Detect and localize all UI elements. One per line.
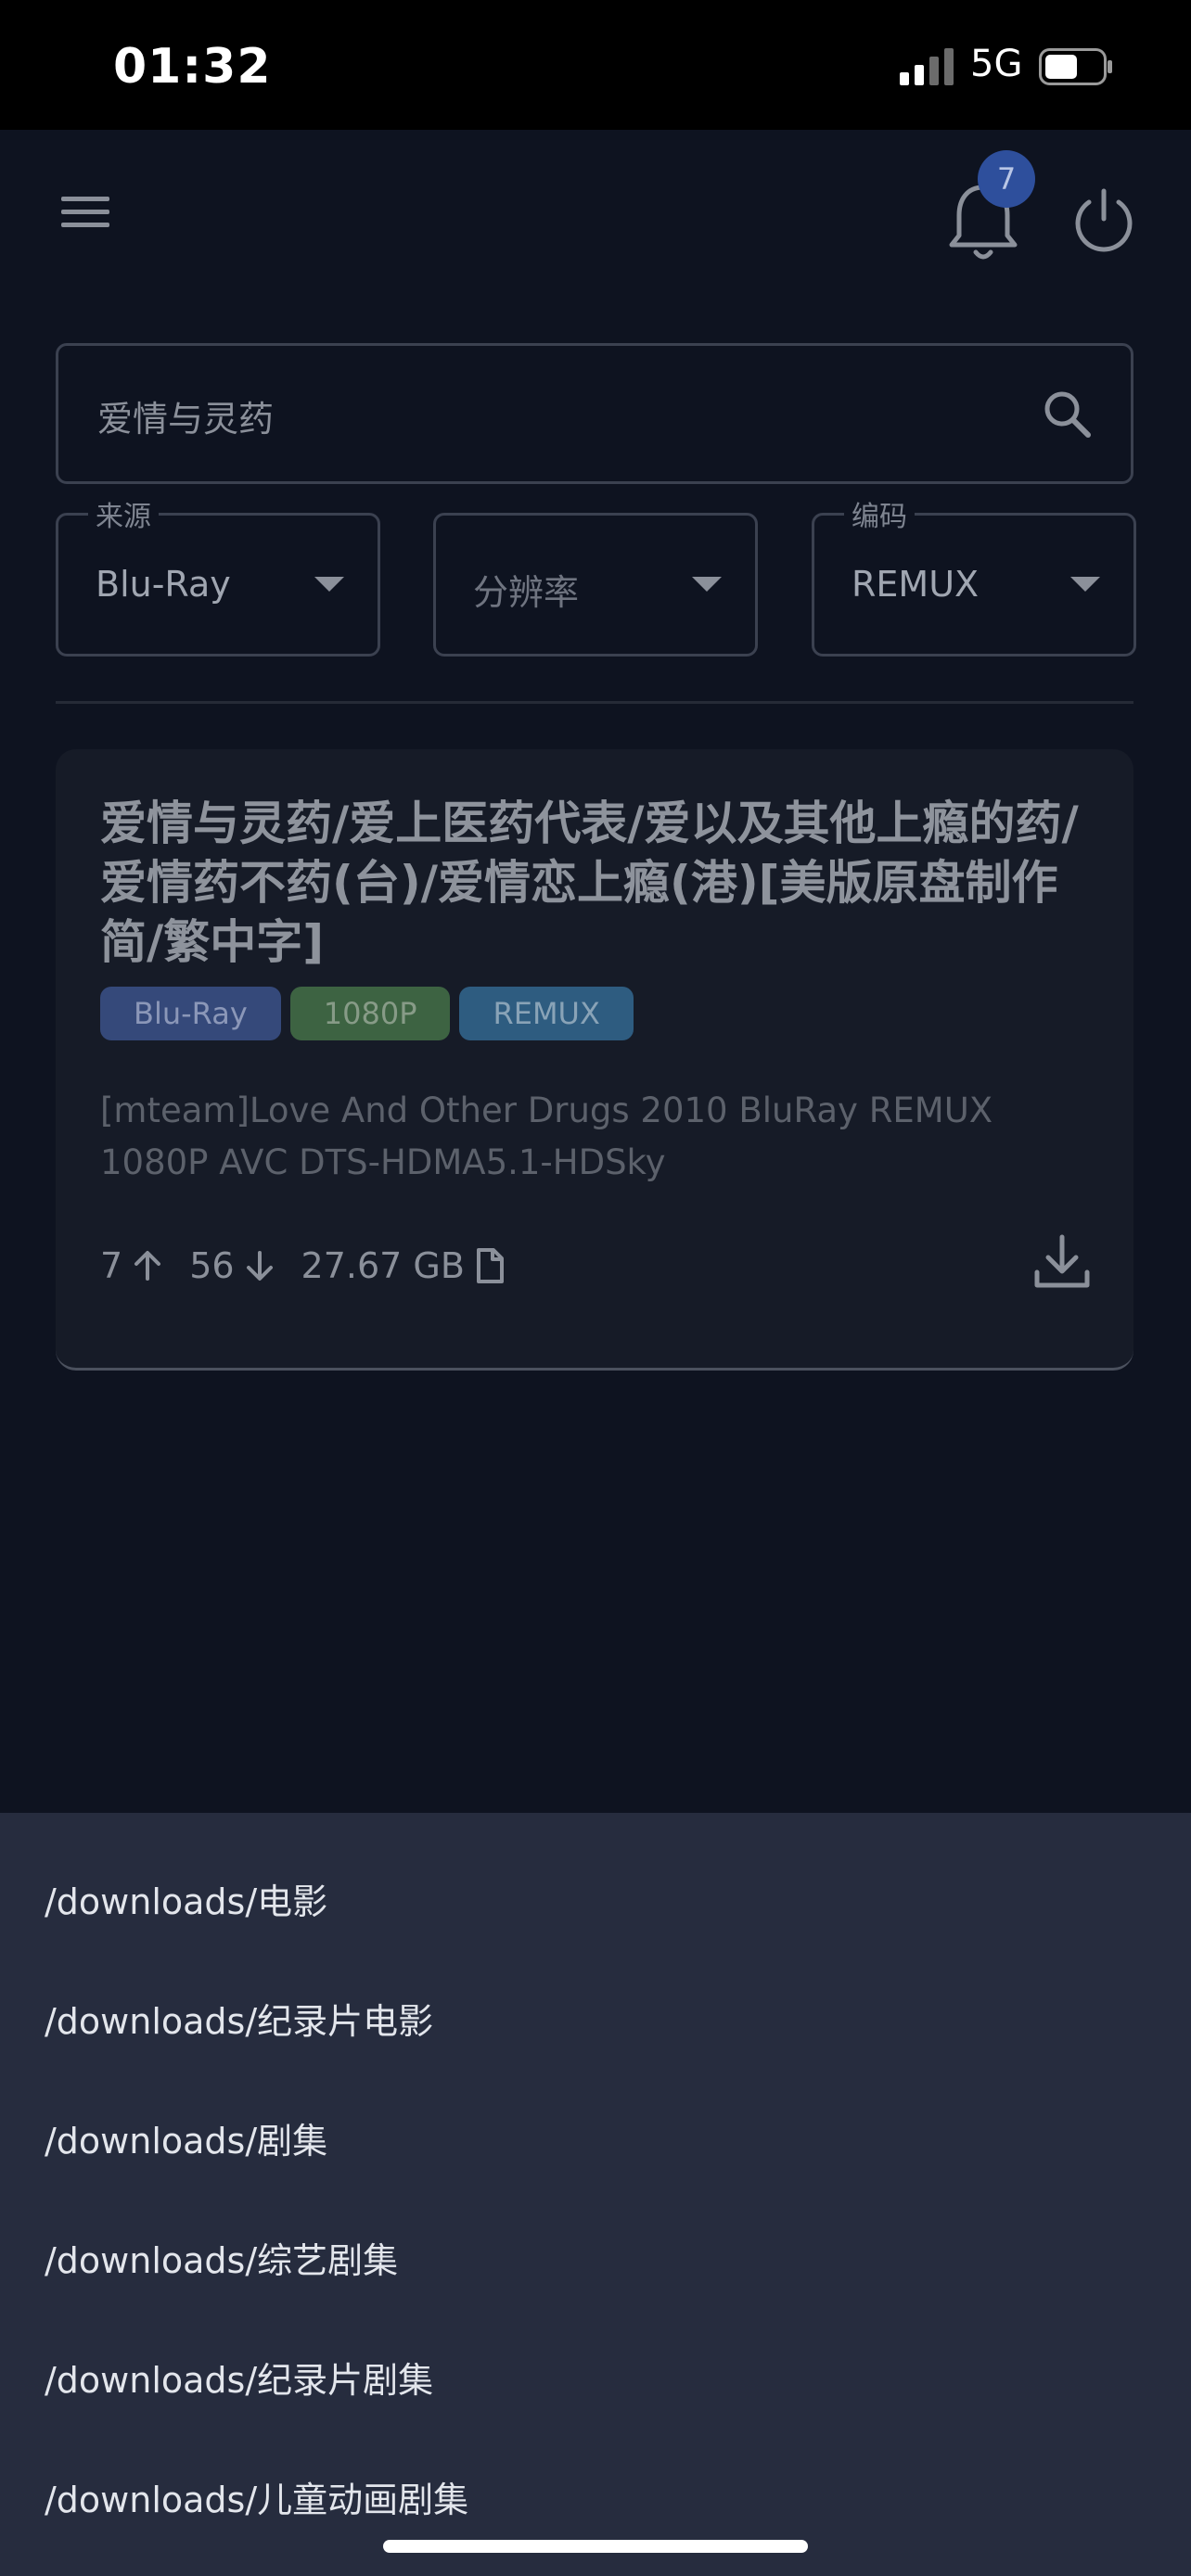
source-select-label: 来源 [88, 493, 159, 534]
result-stats: 7 56 27.67 GB [100, 1245, 531, 1286]
file-size: 27.67 GB [301, 1245, 465, 1286]
download-icon[interactable] [1031, 1231, 1093, 1293]
network-label: 5G [970, 43, 1023, 85]
status-time: 01:32 [113, 39, 272, 95]
tag-list: Blu-Ray 1080P REMUX [100, 987, 643, 1040]
size-stat: 27.67 GB [301, 1245, 506, 1286]
leechers-count: 56 [189, 1245, 235, 1286]
search-input-value: 爱情与灵药 [97, 399, 275, 440]
menu-icon[interactable] [54, 184, 119, 239]
result-title: 爱情与灵药/爱上医药代表/爱以及其他上瘾的药/爱情药不药(台)/爱情恋上瘾(港)… [100, 797, 1079, 969]
chevron-down-icon [692, 577, 722, 592]
path-item[interactable]: /downloads/剧集 [45, 2112, 327, 2163]
chevron-down-icon [314, 577, 344, 592]
codec-select-label: 编码 [844, 493, 915, 534]
tag-codec: REMUX [459, 987, 634, 1040]
search-icon[interactable] [1040, 387, 1095, 442]
file-icon [476, 1248, 504, 1283]
app-bar: 7 [0, 130, 1191, 287]
resolution-select[interactable]: 分辨率 [433, 513, 758, 657]
seeders-count: 7 [100, 1245, 123, 1286]
signal-icon [900, 48, 954, 85]
home-indicator [383, 2540, 808, 2553]
seeders-stat: 7 [100, 1245, 163, 1286]
search-input[interactable]: 爱情与灵药 [56, 343, 1133, 484]
tag-source: Blu-Ray [100, 987, 281, 1040]
path-item[interactable]: /downloads/纪录片剧集 [45, 2352, 433, 2403]
power-icon[interactable] [1067, 184, 1141, 258]
resolution-select-placeholder: 分辨率 [473, 572, 580, 613]
battery-icon [1039, 48, 1112, 85]
status-bar: 01:32 5G [0, 0, 1191, 130]
path-item[interactable]: /downloads/电影 [45, 1873, 327, 1924]
codec-select-value: REMUX [852, 564, 980, 605]
download-path-sheet: /downloads/电影 /downloads/纪录片电影 /download… [0, 1813, 1191, 2576]
path-item[interactable]: /downloads/综艺剧集 [45, 2232, 398, 2283]
arrow-up-icon [134, 1251, 161, 1281]
arrow-down-icon [246, 1251, 273, 1281]
chevron-down-icon [1070, 577, 1100, 592]
tag-resolution: 1080P [289, 987, 451, 1040]
path-item[interactable]: /downloads/儿童动画剧集 [45, 2471, 468, 2522]
codec-select[interactable]: 编码 REMUX [812, 493, 1136, 657]
path-item[interactable]: /downloads/纪录片电影 [45, 1993, 433, 2044]
source-select[interactable]: 来源 Blu-Ray [56, 493, 380, 657]
source-select-value: Blu-Ray [96, 564, 231, 605]
notification-badge: 7 [978, 150, 1035, 208]
divider [56, 701, 1133, 704]
result-card[interactable]: 爱情与灵药/爱上医药代表/爱以及其他上瘾的药/爱情药不药(台)/爱情恋上瘾(港)… [56, 749, 1133, 1371]
leechers-stat: 56 [189, 1245, 275, 1286]
result-subtitle: [mteam]Love And Other Drugs 2010 BluRay … [100, 1090, 993, 1182]
